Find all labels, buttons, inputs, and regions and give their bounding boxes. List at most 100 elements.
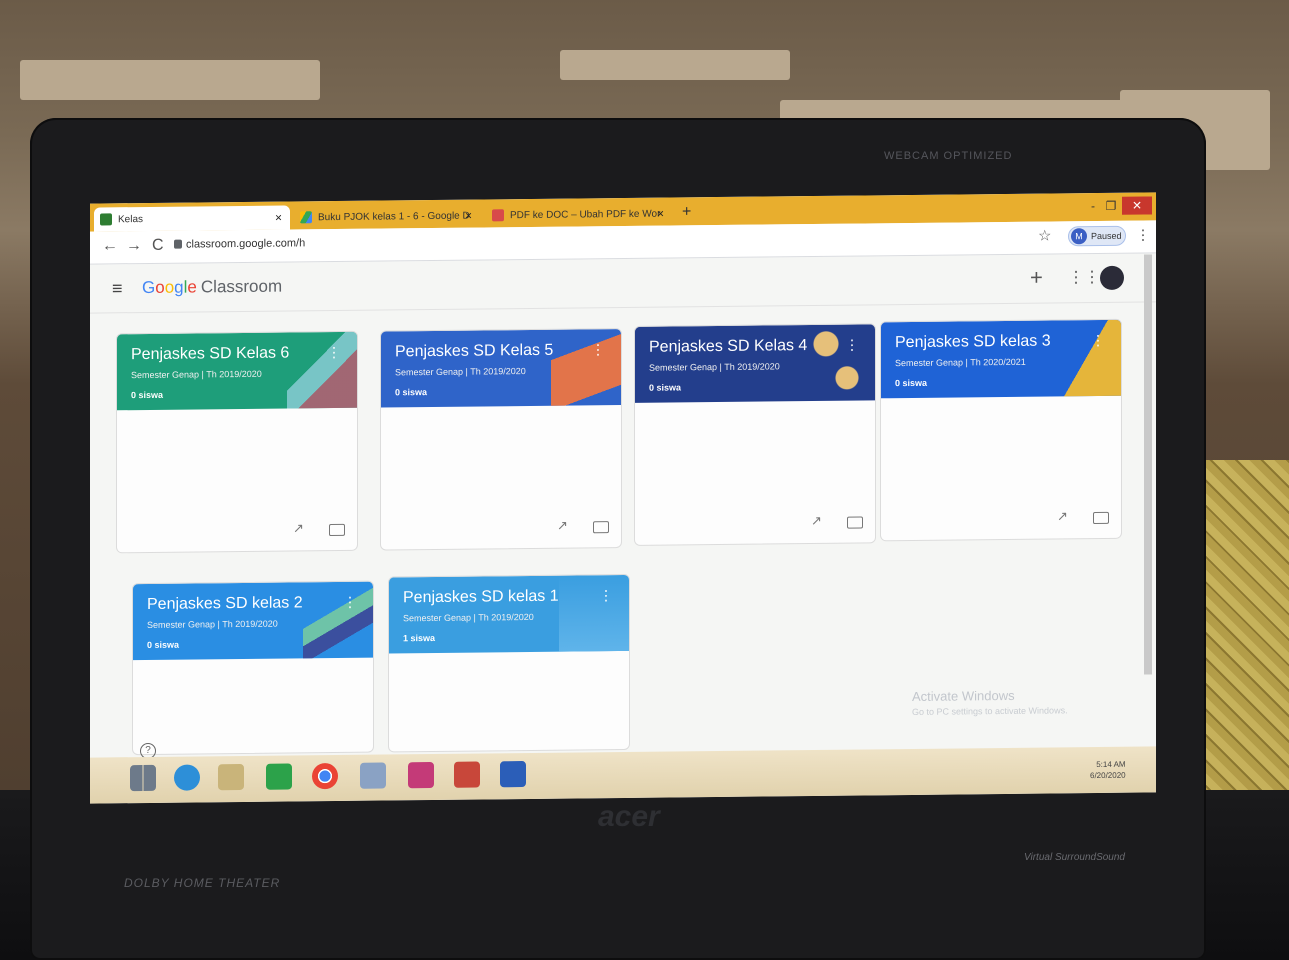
class-card[interactable]: Penjaskes SD kelas 3 Semester Genap | Th…: [880, 318, 1122, 542]
banner-illustration: [287, 331, 357, 409]
class-options-icon[interactable]: ⋮: [1091, 332, 1105, 349]
brand-logo: acer: [598, 800, 660, 833]
sound-label: Virtual SurroundSound: [1024, 852, 1125, 863]
paint-icon[interactable]: [360, 762, 386, 789]
restore-button[interactable]: ❐: [1102, 197, 1120, 215]
forward-icon[interactable]: →: [126, 237, 142, 255]
new-tab-button[interactable]: +: [682, 203, 691, 221]
activate-windows-hint: Go to PC settings to activate Windows.: [912, 705, 1068, 717]
grades-trend-icon[interactable]: ↗: [811, 513, 822, 529]
close-tab-icon[interactable]: ×: [275, 211, 282, 225]
class-card[interactable]: Penjaskes SD kelas 2 Semester Genap | Th…: [132, 580, 374, 756]
banner-illustration: [551, 329, 621, 406]
desk: [20, 60, 320, 100]
grades-trend-icon[interactable]: ↗: [557, 518, 568, 534]
logo-letter: e: [187, 277, 197, 297]
minimize-button[interactable]: -: [1084, 197, 1102, 215]
taskbar-clock[interactable]: 5:14 AM 6/20/2020: [1090, 759, 1126, 781]
class-card[interactable]: Penjaskes SD Kelas 4 Semester Genap | Th…: [634, 323, 876, 546]
class-section: Semester Genap | Th 2019/2020: [649, 361, 780, 373]
grades-trend-icon[interactable]: ↗: [1057, 508, 1068, 524]
clock-time: 5:14 AM: [1096, 759, 1126, 770]
class-card-banner[interactable]: Penjaskes SD kelas 3 Semester Genap | Th…: [881, 319, 1121, 399]
back-icon[interactable]: ←: [102, 237, 118, 255]
acrobat-icon[interactable]: [454, 761, 480, 788]
class-card[interactable]: Penjaskes SD Kelas 5 Semester Genap | Th…: [380, 328, 622, 551]
tab-kelas[interactable]: Kelas ×: [94, 205, 290, 232]
class-student-count: 1 siswa: [403, 632, 436, 644]
class-section: Semester Genap | Th 2019/2020: [147, 618, 278, 630]
drive-favicon-icon: [300, 211, 312, 224]
folder-icon[interactable]: [1093, 511, 1109, 525]
classroom-header: ≡ Google Classroom + ⋮⋮⋮: [90, 253, 1156, 314]
clock-date: 6/20/2020: [1090, 770, 1126, 781]
classroom-favicon-icon: [100, 213, 112, 226]
tab-title: Buku PJOK kelas 1 - 6 - Google D: [318, 210, 470, 223]
main-menu-icon[interactable]: ≡: [112, 278, 123, 299]
banner-illustration: [1051, 319, 1121, 397]
webcam-label: WEBCAM OPTIMIZED: [884, 150, 1013, 162]
class-card[interactable]: Penjaskes SD kelas 1 Semester Genap | Th…: [388, 573, 630, 753]
reload-icon[interactable]: C: [152, 237, 164, 255]
folder-icon[interactable]: [593, 521, 609, 534]
class-options-icon[interactable]: ⋮: [327, 344, 341, 361]
class-card[interactable]: Penjaskes SD Kelas 6 Semester Genap | Th…: [116, 330, 358, 554]
add-class-button[interactable]: +: [1030, 265, 1043, 291]
class-student-count: 0 siswa: [131, 389, 164, 401]
activate-windows-title: Activate Windows: [912, 687, 1015, 704]
tab-title: PDF ke DOC – Ubah PDF ke Wor: [510, 208, 661, 221]
laptop-screen: Kelas × Buku PJOK kelas 1 - 6 - Google D…: [90, 192, 1156, 804]
internet-explorer-icon[interactable]: [174, 764, 200, 791]
class-student-count: 0 siswa: [895, 377, 928, 389]
folder-icon[interactable]: [847, 516, 863, 529]
class-title[interactable]: Penjaskes SD kelas 2: [147, 594, 303, 614]
lock-icon: [174, 239, 182, 249]
class-student-count: 0 siswa: [147, 639, 180, 650]
file-explorer-icon[interactable]: [218, 763, 244, 791]
class-title[interactable]: Penjaskes SD Kelas 6: [131, 344, 289, 364]
chrome-icon[interactable]: [312, 762, 338, 790]
close-tab-icon[interactable]: ×: [657, 207, 664, 221]
dolby-label: DOLBY HOME THEATER: [124, 876, 281, 890]
folder-icon[interactable]: [329, 523, 345, 537]
class-title[interactable]: Penjaskes SD kelas 1: [403, 588, 559, 608]
class-card-banner[interactable]: Penjaskes SD Kelas 6 Semester Genap | Th…: [117, 331, 357, 411]
grades-trend-icon[interactable]: ↗: [293, 520, 304, 536]
profile-status: Paused: [1091, 230, 1122, 242]
page-scrollbar[interactable]: [1144, 254, 1152, 675]
google-classroom-logo[interactable]: Google Classroom: [142, 277, 282, 298]
tab-title: Kelas: [118, 213, 144, 225]
class-card-banner[interactable]: Penjaskes SD Kelas 5 Semester Genap | Th…: [381, 329, 621, 408]
class-title[interactable]: Penjaskes SD Kelas 4: [649, 337, 807, 357]
word-icon[interactable]: [500, 761, 526, 788]
class-title[interactable]: Penjaskes SD Kelas 5: [395, 342, 553, 362]
profile-button[interactable]: M Paused: [1068, 225, 1126, 247]
close-tab-icon[interactable]: ×: [465, 209, 472, 223]
logo-letter: g: [174, 277, 184, 297]
tab-pdf-doc[interactable]: PDF ke DOC – Ubah PDF ke Wor ×: [486, 201, 672, 227]
browser-menu-icon[interactable]: ⋮: [1136, 226, 1150, 243]
close-window-button[interactable]: ✕: [1122, 196, 1152, 215]
class-card-banner[interactable]: Penjaskes SD Kelas 4 Semester Genap | Th…: [635, 324, 875, 403]
class-card-banner[interactable]: Penjaskes SD kelas 2 Semester Genap | Th…: [133, 581, 373, 661]
class-section: Semester Genap | Th 2019/2020: [395, 366, 526, 378]
store-icon[interactable]: [266, 763, 292, 790]
bookmark-star-icon[interactable]: ☆: [1038, 227, 1051, 245]
class-student-count: 0 siswa: [395, 387, 428, 398]
class-title[interactable]: Penjaskes SD kelas 3: [895, 333, 1051, 353]
class-card-banner[interactable]: Penjaskes SD kelas 1 Semester Genap | Th…: [389, 574, 629, 654]
banner-illustration: [303, 581, 373, 659]
media-icon[interactable]: [408, 761, 434, 789]
start-icon[interactable]: [130, 764, 156, 792]
class-section: Semester Genap | Th 2020/2021: [895, 356, 1026, 369]
class-options-icon[interactable]: ⋮: [845, 337, 859, 354]
pdf-favicon-icon: [492, 209, 504, 222]
address-bar[interactable]: classroom.google.com/h: [186, 237, 305, 250]
class-options-icon[interactable]: ⋮: [343, 594, 357, 611]
tab-google-drive[interactable]: Buku PJOK kelas 1 - 6 - Google D ×: [294, 203, 480, 229]
class-options-icon[interactable]: ⋮: [591, 341, 605, 358]
account-avatar[interactable]: [1100, 265, 1124, 291]
class-options-icon[interactable]: ⋮: [599, 587, 613, 604]
banner-illustration: [559, 574, 629, 652]
logo-product-name: Classroom: [200, 276, 283, 297]
